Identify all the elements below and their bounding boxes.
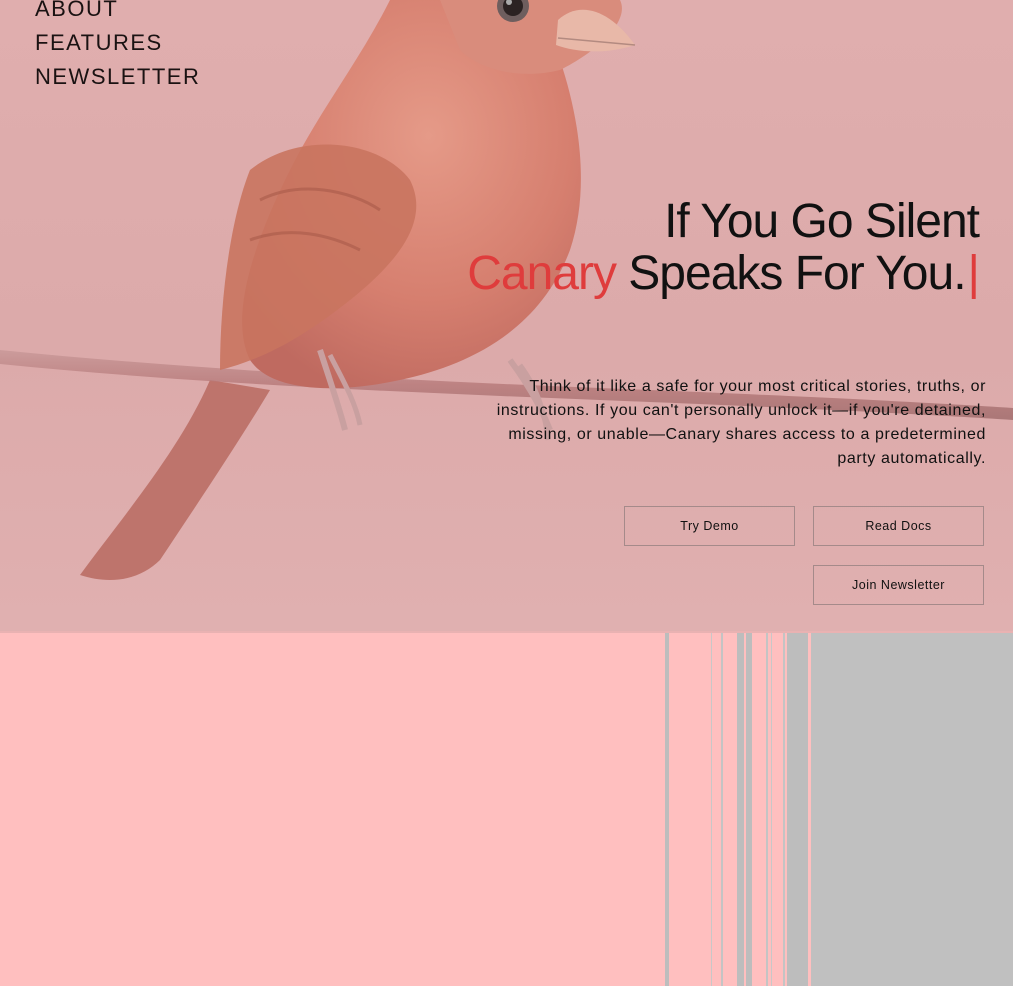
hero-headline: If You Go Silent Canary Speaks For You.| [467, 195, 981, 300]
hero-description: Think of it like a safe for your most cr… [496, 378, 986, 467]
headline-line-1: If You Go Silent [664, 195, 980, 248]
nav-link-features[interactable]: FEATURES [35, 26, 200, 60]
headline-brand-accent: Canary [467, 247, 617, 300]
hero-section: ABOUT FEATURES NEWSLETTER If You Go Sile… [0, 0, 1013, 631]
join-newsletter-button[interactable]: Join Newsletter [813, 565, 984, 605]
headline-line-2: Speaks For You. [615, 247, 966, 300]
nav-link-about[interactable]: ABOUT [35, 0, 200, 26]
read-docs-button[interactable]: Read Docs [813, 506, 984, 546]
try-demo-button[interactable]: Try Demo [624, 506, 795, 546]
lower-placeholder-panel [0, 633, 1013, 986]
main-nav: ABOUT FEATURES NEWSLETTER [35, 0, 200, 94]
nav-link-newsletter[interactable]: NEWSLETTER [35, 60, 200, 94]
typing-cursor: | [967, 247, 981, 300]
